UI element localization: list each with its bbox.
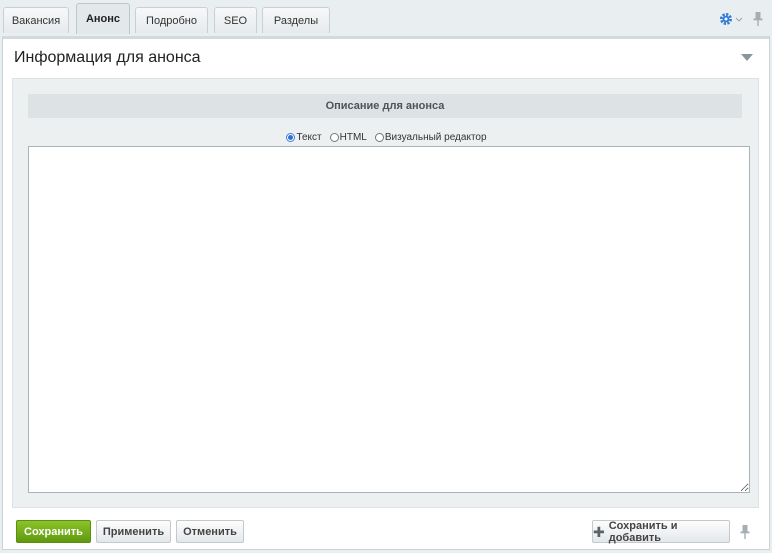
radio-option-text[interactable]: Текст xyxy=(286,131,322,143)
radio-label-html: HTML xyxy=(339,131,367,143)
announcement-textarea[interactable] xyxy=(28,146,750,493)
chevron-down-icon xyxy=(735,17,743,22)
tab-bar: Вакансия Анонс Подробно SEO Разделы xyxy=(0,0,772,36)
tab-sections[interactable]: Разделы xyxy=(262,7,330,33)
section-header: Описание для анонса xyxy=(28,94,742,118)
tab-announcement[interactable]: Анонс xyxy=(76,3,130,34)
radio-button-text[interactable] xyxy=(286,132,296,142)
radio-button-html[interactable] xyxy=(329,132,339,142)
collapse-triangle-icon[interactable] xyxy=(741,54,753,61)
gear-icon xyxy=(720,13,732,25)
radio-label-visual-editor: Визуальный редактор xyxy=(384,131,487,143)
pin-icon[interactable] xyxy=(752,11,764,27)
pin-icon[interactable] xyxy=(739,524,751,540)
panel-title: Информация для анонса xyxy=(14,49,201,66)
radio-option-html[interactable]: HTML xyxy=(329,131,367,143)
radio-button-visual-editor[interactable] xyxy=(374,132,384,142)
save-and-add-label: Сохранить и добавить xyxy=(608,519,678,544)
cancel-button[interactable]: Отменить xyxy=(176,520,244,543)
tab-seo[interactable]: SEO xyxy=(214,7,257,33)
apply-button[interactable]: Применить xyxy=(96,520,171,543)
tab-vacancy[interactable]: Вакансия xyxy=(3,7,69,33)
tab-details[interactable]: Подробно xyxy=(135,7,208,33)
editor-mode-selector: Текст HTML Визуальный редактор xyxy=(13,130,760,144)
radio-label-text: Текст xyxy=(296,131,322,143)
save-and-add-button[interactable]: ✚ Сохранить и добавить xyxy=(592,519,730,544)
announcement-section: Описание для анонса Текст HTML Визуальны… xyxy=(12,78,759,508)
plus-icon: ✚ xyxy=(593,523,605,540)
radio-option-visual-editor[interactable]: Визуальный редактор xyxy=(374,131,487,143)
save-button[interactable]: Сохранить xyxy=(16,520,91,543)
settings-menu-button[interactable] xyxy=(719,11,743,27)
form-panel: Информация для анонса Описание для анонс… xyxy=(2,36,770,550)
